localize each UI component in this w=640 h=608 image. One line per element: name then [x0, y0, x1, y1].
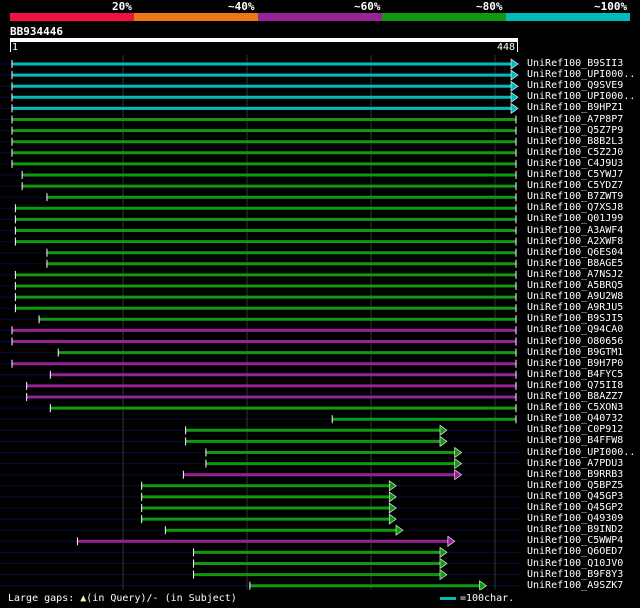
hit-label[interactable]: UniRef100_C5WWP4: [527, 535, 623, 546]
hit-label[interactable]: UniRef100_Q9SVE9: [527, 80, 623, 91]
hit-label[interactable]: UniRef100_A9U2W8: [527, 291, 623, 302]
hit-label[interactable]: UniRef100_A5BRQ5: [527, 280, 623, 291]
scale-legend: =100char.: [440, 593, 514, 604]
hit-label[interactable]: UniRef100_Q7XSJ8: [527, 202, 623, 213]
ruler-tick-start: [10, 42, 11, 52]
hit-label[interactable]: UniRef100_Q75II8: [527, 380, 623, 391]
band-purple: [258, 13, 382, 21]
ruler-tick-end: [517, 42, 518, 52]
hit-label[interactable]: UniRef100_B8AZZ7: [527, 391, 623, 402]
hit-label[interactable]: UniRef100_Q01J99: [527, 213, 623, 224]
ruler-start-label: 1: [12, 42, 19, 53]
hit-label[interactable]: UniRef100_Q40732: [527, 413, 623, 424]
hit-label[interactable]: UniRef100_Q45GP3: [527, 491, 623, 502]
hit-label[interactable]: UniRef100_C4J9U3: [527, 158, 623, 169]
hit-end-arrow: [447, 535, 456, 547]
hit-label[interactable]: UniRef100_B9H7P0: [527, 358, 623, 369]
hit-label[interactable]: UniRef100_Q5BPZ5: [527, 480, 623, 491]
gaps-legend: Large gaps: ▲(in Query)/- (in Subject): [8, 593, 237, 604]
hit-label[interactable]: UniRef100_C0P912: [527, 424, 623, 435]
hit-end-arrow: [454, 446, 463, 459]
hit-label[interactable]: UniRef100_B9SII3: [527, 58, 623, 69]
hit-label[interactable]: UniRef100_UPI000..: [527, 69, 635, 80]
hit-label[interactable]: UniRef100_C5XON3: [527, 402, 623, 413]
scale-legend-text: =100char.: [460, 593, 515, 604]
hit-label[interactable]: UniRef100_Q49309: [527, 513, 623, 524]
hit-end-arrow: [439, 569, 448, 581]
hit-label[interactable]: UniRef100_C5YWJ7: [527, 169, 623, 180]
hit-end-arrow: [388, 502, 397, 514]
hit-label[interactable]: UniRef100_B9IND2: [527, 524, 623, 535]
hit-label[interactable]: UniRef100_B4FFW8: [527, 435, 623, 446]
hit-label[interactable]: UniRef100_Q6OED7: [527, 546, 623, 557]
hit-end-arrow: [510, 80, 519, 92]
hit-end-arrow: [479, 580, 487, 590]
hit-label[interactable]: UniRef100_A9SZK7: [527, 580, 623, 591]
hit-label[interactable]: UniRef100_O80656: [527, 336, 623, 347]
hit-label[interactable]: UniRef100_UPI000..: [527, 91, 635, 102]
hit-end-arrow: [510, 58, 519, 70]
legend-label-40: ~40%: [228, 0, 255, 13]
band-red: [10, 13, 134, 21]
scale-bar: [440, 597, 456, 600]
hit-end-arrow: [388, 491, 397, 503]
hit-label[interactable]: UniRef100_B4FYC5: [527, 369, 623, 380]
band-cyan: [506, 13, 630, 21]
hit-label[interactable]: UniRef100_A7PDU3: [527, 458, 623, 469]
hit-end-arrow: [510, 91, 519, 103]
hit-label[interactable]: UniRef100_B9RRB3: [527, 469, 623, 480]
hit-end-arrow: [439, 435, 448, 447]
hit-label[interactable]: UniRef100_A3AWF4: [527, 225, 623, 236]
hit-label[interactable]: UniRef100_Q45GP2: [527, 502, 623, 513]
hit-label[interactable]: UniRef100_A7NSJ2: [527, 269, 623, 280]
hit-end-arrow: [454, 469, 463, 481]
hit-label[interactable]: UniRef100_B8AGE5: [527, 258, 623, 269]
hit-label[interactable]: UniRef100_UPI000..: [527, 447, 635, 458]
hit-label[interactable]: UniRef100_B9SJI5: [527, 313, 623, 324]
query-ruler: [10, 38, 518, 42]
hit-end-arrow: [388, 513, 397, 525]
legend-label-80: ~80%: [476, 0, 503, 13]
hit-label[interactable]: UniRef100_C5Z2J0: [527, 147, 623, 158]
legend-label-20: 20%: [112, 0, 132, 13]
hit-label[interactable]: UniRef100_B9HPZ1: [527, 102, 623, 113]
hit-label[interactable]: UniRef100_C5YDZ7: [527, 180, 623, 191]
hit-end-arrow: [510, 102, 519, 114]
legend-label-100: ~100%: [594, 0, 628, 13]
hit-end-arrow: [454, 458, 463, 470]
hit-label[interactable]: UniRef100_A7P8P7: [527, 114, 623, 125]
hit-label[interactable]: UniRef100_A2XWF8: [527, 236, 623, 247]
hit-end-arrow: [510, 69, 519, 81]
gaps-subject-text: (in Subject): [158, 593, 237, 604]
gaps-query-text: (in Query)/: [86, 593, 153, 604]
hit-label[interactable]: UniRef100_Q10JV0: [527, 558, 623, 569]
hit-label[interactable]: UniRef100_A9RJU5: [527, 302, 623, 313]
hit-end-arrow: [439, 546, 448, 558]
ruler-end-label: 448: [497, 42, 516, 53]
identity-legend-labels: 20% ~40% ~60% ~80% ~100%: [0, 0, 640, 14]
hit-end-arrow: [439, 424, 448, 436]
hit-label[interactable]: UniRef100_B9F8Y3: [527, 569, 623, 580]
band-green: [382, 13, 506, 21]
gaps-legend-text: Large gaps:: [8, 593, 81, 604]
hit-label[interactable]: UniRef100_Q5Z7P9: [527, 125, 623, 136]
hit-end-arrow: [388, 480, 397, 492]
query-sequence-id: BB934446: [10, 25, 63, 38]
hit-label[interactable]: UniRef100_Q6ES04: [527, 247, 623, 258]
hit-label[interactable]: UniRef100_Q94CA0: [527, 324, 623, 335]
hit-label[interactable]: UniRef100_B9GTM1: [527, 347, 623, 358]
hit-end-arrow: [439, 557, 448, 570]
hit-label[interactable]: UniRef100_B8B2L3: [527, 136, 623, 147]
hit-end-arrow: [395, 524, 404, 536]
identity-color-band: [10, 13, 630, 21]
band-orange: [134, 13, 258, 21]
hit-label[interactable]: UniRef100_B7ZWT9: [527, 191, 623, 202]
legend-label-60: ~60%: [354, 0, 381, 13]
